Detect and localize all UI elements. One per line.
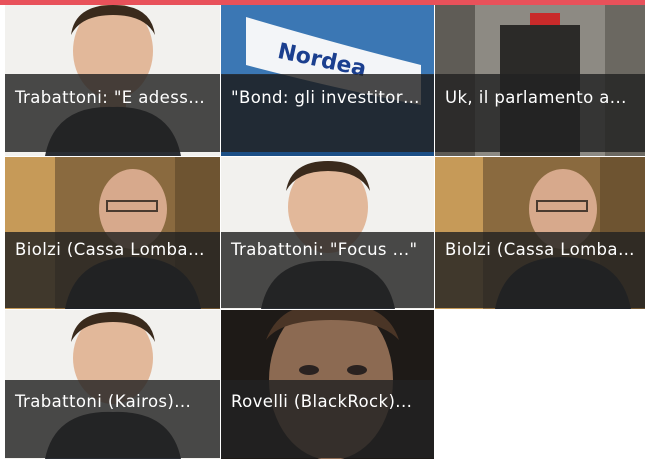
video-grid: Trabattoni: "E adesso..." Nordea "Bond: … [0, 5, 645, 459]
video-tile[interactable]: Trabattoni: "Focus ..." [221, 157, 434, 309]
video-tile[interactable]: Biolzi (Cassa Lombarda)... [5, 157, 220, 309]
video-tile[interactable]: Trabattoni: "E adesso..." [5, 5, 220, 156]
video-title: Biolzi (Cassa Lombarda)... [5, 232, 220, 308]
video-title: Trabattoni (Kairos)... [5, 380, 220, 458]
video-title: "Bond: gli investitori..." [221, 74, 434, 152]
video-tile[interactable]: Rovelli (BlackRock)... [221, 310, 434, 459]
video-tile[interactable]: Uk, il parlamento a... [435, 5, 645, 156]
video-tile[interactable]: Nordea "Bond: gli investitori..." [221, 5, 434, 156]
video-title: Uk, il parlamento a... [435, 74, 645, 152]
video-title: Biolzi (Cassa Lombarda)... [435, 232, 645, 308]
video-title: Trabattoni: "Focus ..." [221, 232, 434, 308]
video-tile[interactable]: Trabattoni (Kairos)... [5, 310, 220, 459]
video-tile[interactable]: Biolzi (Cassa Lombarda)... [435, 157, 645, 309]
video-title: Rovelli (BlackRock)... [221, 380, 434, 458]
video-title: Trabattoni: "E adesso..." [5, 74, 220, 152]
